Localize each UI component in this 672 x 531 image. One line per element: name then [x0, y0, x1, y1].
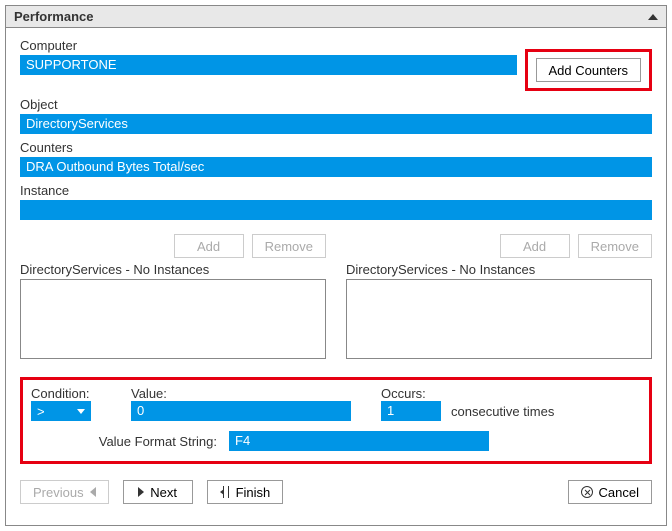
consecutive-label: consecutive times — [451, 404, 554, 419]
counters-label: Counters — [20, 140, 652, 155]
add-counters-button[interactable]: Add Counters — [536, 58, 642, 82]
left-list-column: Add Remove DirectoryServices - No Instan… — [20, 234, 326, 359]
finish-label: Finish — [236, 485, 271, 500]
occurs-label: Occurs: — [381, 386, 554, 401]
condition-label: Condition: — [31, 386, 101, 401]
condition-dropdown[interactable]: > — [31, 401, 91, 421]
collapse-icon[interactable] — [648, 14, 658, 20]
performance-panel: Performance Computer Add Counters Object… — [5, 5, 667, 526]
object-label: Object — [20, 97, 652, 112]
arrow-right-icon — [138, 487, 144, 497]
instance-field[interactable] — [20, 200, 652, 220]
panel-header[interactable]: Performance — [6, 6, 666, 28]
right-list-box[interactable] — [346, 279, 652, 359]
finish-button[interactable]: Finish — [207, 480, 284, 504]
chevron-down-icon — [77, 409, 85, 414]
panel-body: Computer Add Counters Object Counters In… — [6, 28, 666, 525]
wizard-footer: Previous Next Finish Cancel — [20, 480, 652, 504]
left-list-box[interactable] — [20, 279, 326, 359]
condition-highlight: Condition: > Value: Occurs: consecutive … — [20, 377, 652, 464]
value-format-label: Value Format String: — [31, 434, 221, 449]
next-label: Next — [150, 485, 177, 500]
previous-label: Previous — [33, 485, 84, 500]
value-field[interactable] — [131, 401, 351, 421]
left-remove-button: Remove — [252, 234, 326, 258]
cancel-icon — [581, 486, 593, 498]
computer-field[interactable] — [20, 55, 517, 75]
next-button[interactable]: Next — [123, 480, 193, 504]
right-remove-button: Remove — [578, 234, 652, 258]
right-list-column: Add Remove DirectoryServices - No Instan… — [346, 234, 652, 359]
left-list-caption: DirectoryServices - No Instances — [20, 262, 326, 277]
value-label: Value: — [131, 386, 351, 401]
condition-value: > — [37, 404, 45, 419]
instance-label: Instance — [20, 183, 652, 198]
panel-title: Performance — [14, 9, 93, 24]
arrow-left-icon — [90, 487, 96, 497]
previous-button: Previous — [20, 480, 109, 504]
right-list-caption: DirectoryServices - No Instances — [346, 262, 652, 277]
cancel-button[interactable]: Cancel — [568, 480, 652, 504]
add-counters-highlight: Add Counters — [525, 49, 653, 91]
counters-field[interactable] — [20, 157, 652, 177]
occurs-field[interactable] — [381, 401, 441, 421]
cancel-label: Cancel — [599, 485, 639, 500]
object-field[interactable] — [20, 114, 652, 134]
finish-icon — [220, 486, 230, 498]
left-add-button: Add — [174, 234, 244, 258]
right-add-button: Add — [500, 234, 570, 258]
value-format-field[interactable] — [229, 431, 489, 451]
